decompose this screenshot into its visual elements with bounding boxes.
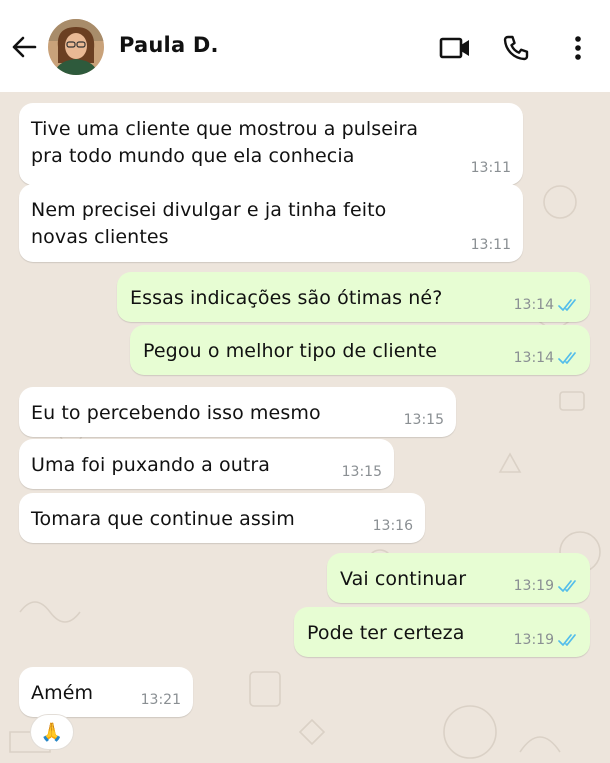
read-ticks-icon: [558, 352, 576, 364]
message-text: Essas indicações são ótimas né?: [130, 287, 443, 309]
message-bubble[interactable]: Tomara que continue assim 13:16: [19, 493, 425, 543]
message-time: 13:15: [341, 464, 382, 480]
message-text: Uma foi puxando a outra: [31, 454, 271, 476]
video-camera-icon: [439, 37, 469, 59]
message-bubble[interactable]: Amém 13:21: [19, 667, 193, 717]
arrow-left-icon: [12, 36, 37, 58]
chat-header: Paula D.: [0, 0, 610, 92]
message-bubble[interactable]: Nem precisei divulgar e ja tinha feito n…: [19, 184, 523, 262]
praying-hands-emoji: 🙏: [40, 721, 64, 743]
read-ticks-icon: [558, 634, 576, 646]
voice-call-button[interactable]: [496, 28, 536, 68]
message-text: Tive uma cliente que mostrou a pulseira …: [31, 118, 419, 167]
avatar[interactable]: [48, 19, 104, 75]
reaction-badge[interactable]: 🙏: [30, 714, 74, 750]
message-text: Pegou o melhor tipo de cliente: [143, 340, 438, 362]
message-time: 13:11: [470, 160, 511, 176]
message-time: 13:14: [513, 297, 554, 313]
message-bubble[interactable]: Pegou o melhor tipo de cliente 13:14: [130, 325, 590, 375]
message-bubble[interactable]: Tive uma cliente que mostrou a pulseira …: [19, 103, 523, 185]
read-ticks-icon: [558, 580, 576, 592]
message-bubble[interactable]: Vai continuar 13:19: [327, 553, 590, 603]
message-bubble[interactable]: Uma foi puxando a outra 13:15: [19, 439, 394, 489]
message-time: 13:11: [470, 237, 511, 253]
message-time: 13:19: [513, 578, 554, 594]
message-text: Tomara que continue assim: [31, 508, 295, 530]
message-text: Vai continuar: [340, 568, 467, 590]
read-ticks-icon: [558, 299, 576, 311]
message-text: Nem precisei divulgar e ja tinha feito n…: [31, 199, 387, 248]
message-time: 13:21: [140, 692, 181, 708]
more-options-button[interactable]: [558, 28, 598, 68]
chat-area[interactable]: Tive uma cliente que mostrou a pulseira …: [0, 92, 610, 763]
more-vertical-icon: [575, 36, 581, 60]
message-bubble[interactable]: Eu to percebendo isso mesmo 13:15: [19, 387, 456, 437]
phone-icon: [503, 35, 529, 61]
message-time: 13:14: [513, 350, 554, 366]
message-bubble[interactable]: Essas indicações são ótimas né? 13:14: [117, 272, 590, 322]
message-text: Amém: [31, 682, 94, 704]
message-time: 13:19: [513, 632, 554, 648]
back-button[interactable]: [6, 30, 42, 64]
message-time: 13:16: [372, 518, 413, 534]
message-text: Eu to percebendo isso mesmo: [31, 402, 321, 424]
message-bubble[interactable]: Pode ter certeza 13:19: [294, 607, 590, 657]
message-time: 13:15: [403, 412, 444, 428]
video-call-button[interactable]: [435, 28, 475, 68]
contact-photo: [48, 19, 104, 75]
message-text: Pode ter certeza: [307, 622, 465, 644]
contact-name[interactable]: Paula D.: [119, 33, 219, 57]
